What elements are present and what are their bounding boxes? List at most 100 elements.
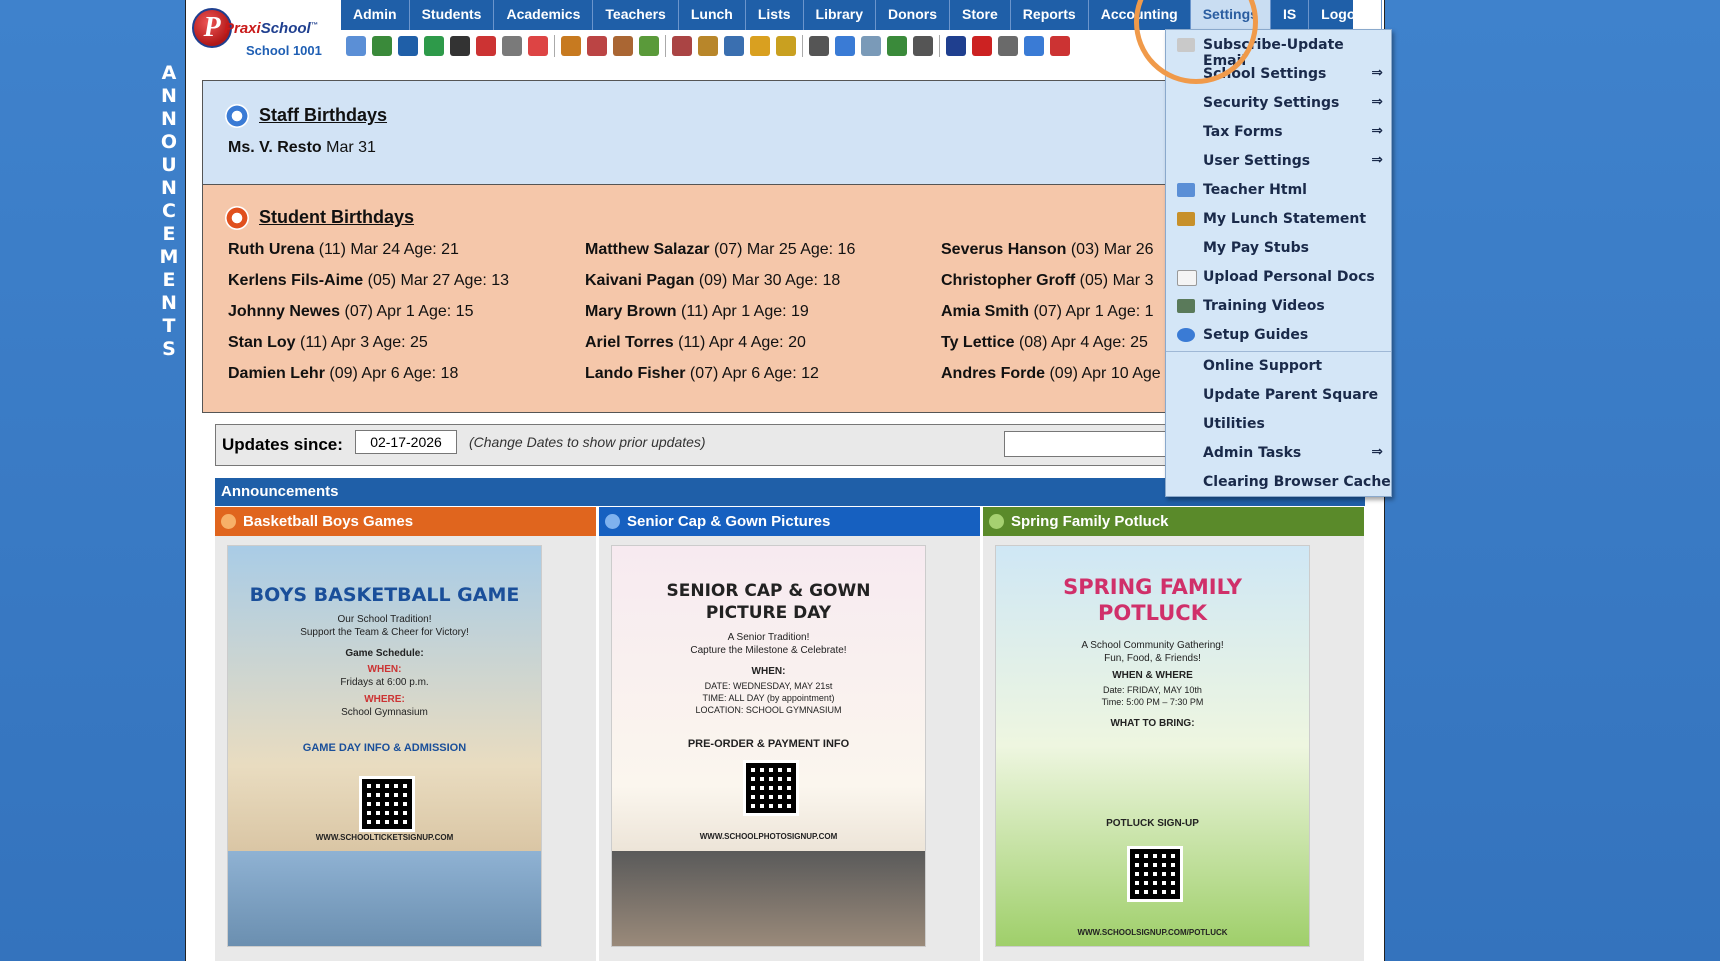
nav-library[interactable]: Library xyxy=(804,0,876,30)
banner-letter: N xyxy=(161,177,177,199)
staff-birthdays-title[interactable]: Staff Birthdays xyxy=(259,105,387,126)
nav-reports[interactable]: Reports xyxy=(1011,0,1089,30)
banner-letter: N xyxy=(161,85,177,107)
menu-item-user-settings[interactable]: User Settings ⇒ xyxy=(1166,147,1391,175)
speaker-icon[interactable] xyxy=(476,36,496,56)
lunch-icon[interactable] xyxy=(698,36,718,56)
money-icon[interactable] xyxy=(639,36,659,56)
menu-item-upload-personal-docs[interactable]: Upload Personal Docs xyxy=(1166,263,1391,291)
schedule-icon[interactable] xyxy=(502,36,522,56)
ap-icon[interactable] xyxy=(946,36,966,56)
banner-letter: O xyxy=(160,131,178,153)
nav-teachers[interactable]: Teachers xyxy=(593,0,679,30)
html-icon xyxy=(1177,183,1195,197)
student-birthdays-title[interactable]: Student Birthdays xyxy=(259,207,414,228)
student-birthday-entry: Ty Lettice (08) Apr 4 Age: 25 xyxy=(941,334,1148,351)
tag-icon[interactable] xyxy=(750,36,770,56)
nav-store[interactable]: Store xyxy=(950,0,1011,30)
menu-item-teacher-html[interactable]: Teacher Html xyxy=(1166,176,1391,204)
announcement-title[interactable]: Senior Cap & Gown Pictures xyxy=(599,507,980,536)
players-illustration xyxy=(228,851,541,946)
user-icon[interactable] xyxy=(613,36,633,56)
basketball-icon xyxy=(221,514,236,529)
staff-birthday-entry: Ms. V. Resto Mar 31 xyxy=(228,139,376,156)
toolbar-separator xyxy=(554,35,555,57)
basketball-poster[interactable]: BOYS BASKETBALL GAME Our School Traditio… xyxy=(227,545,542,947)
menu-item-clearing-browser-cache[interactable]: Clearing Browser Cache xyxy=(1166,468,1391,496)
stack-icon[interactable] xyxy=(998,36,1018,56)
group-icon[interactable] xyxy=(672,36,692,56)
student-birthday-entry: Severus Hanson (03) Mar 26 xyxy=(941,241,1154,258)
announcement-title[interactable]: Basketball Boys Games xyxy=(215,507,596,536)
nav-logout[interactable]: Logout xyxy=(1309,0,1382,30)
announcement-card-potluck[interactable]: Spring Family Potluck SPRING FAMILY POTL… xyxy=(983,507,1364,961)
user-add-icon[interactable] xyxy=(587,36,607,56)
menu-item-update-parent-square[interactable]: Update Parent Square xyxy=(1166,381,1391,409)
banner-letter: C xyxy=(162,200,176,222)
student-birthday-entry: Stan Loy (11) Apr 3 Age: 25 xyxy=(228,334,428,351)
forward-icon[interactable] xyxy=(776,36,796,56)
announcement-card-cap-gown[interactable]: Senior Cap & Gown Pictures SENIOR CAP & … xyxy=(599,507,980,961)
potluck-poster[interactable]: SPRING FAMILY POTLUCK A School Community… xyxy=(995,545,1310,947)
nav-donors[interactable]: Donors xyxy=(876,0,950,30)
student-birthday-entry: Kerlens Fils-Aime (05) Mar 27 Age: 13 xyxy=(228,272,510,289)
menu-item-security-settings[interactable]: Security Settings ⇒ xyxy=(1166,89,1391,117)
cash-icon[interactable] xyxy=(887,36,907,56)
submenu-arrow-icon: ⇒ xyxy=(1371,444,1383,460)
calendar-day-icon[interactable] xyxy=(528,36,548,56)
student-birthday-entry: Christopher Groff (05) Mar 3 xyxy=(941,272,1154,289)
menu-item-setup-guides[interactable]: Setup Guides xyxy=(1166,321,1391,349)
banner-letter: S xyxy=(162,338,176,360)
praxischool-logo[interactable]: P PraxiSchool™ School 1001 xyxy=(186,0,334,64)
megaphone-icon[interactable] xyxy=(561,36,581,56)
chat-icon[interactable] xyxy=(424,36,444,56)
nav-is[interactable]: IS xyxy=(1271,0,1310,30)
student-birthday-entry: Andres Forde (09) Apr 10 Age xyxy=(941,365,1161,382)
power-icon[interactable] xyxy=(1050,36,1070,56)
graduation-icon xyxy=(605,514,620,529)
calendar-icon[interactable] xyxy=(372,36,392,56)
menu-item-my-pay-stubs[interactable]: My Pay Stubs xyxy=(1166,234,1391,262)
menu-item-my-lunch-statement[interactable]: My Lunch Statement xyxy=(1166,205,1391,233)
document-icon xyxy=(1177,270,1197,286)
announcement-card-basketball[interactable]: Basketball Boys Games BOYS BASKETBALL GA… xyxy=(215,507,596,961)
announcement-title[interactable]: Spring Family Potluck xyxy=(983,507,1364,536)
nav-lunch[interactable]: Lunch xyxy=(679,0,746,30)
updates-date-input[interactable]: 02-17-2026 xyxy=(355,430,457,454)
grid-icon[interactable] xyxy=(861,36,881,56)
student-birthday-entry: Amia Smith (07) Apr 1 Age: 1 xyxy=(941,303,1154,320)
phone-icon[interactable] xyxy=(450,36,470,56)
menu-item-tax-forms[interactable]: Tax Forms ⇒ xyxy=(1166,118,1391,146)
settings-dropdown-menu: Subscribe-Update Email School Settings ⇒ Se… xyxy=(1165,29,1392,497)
banner-letter: A xyxy=(161,62,177,84)
menu-item-online-support[interactable]: Online Support xyxy=(1166,352,1391,380)
menu-item-utilities[interactable]: Utilities xyxy=(1166,410,1391,438)
leaf-icon xyxy=(989,514,1004,529)
nav-admin[interactable]: Admin xyxy=(341,0,410,30)
student-birthday-entry: Damien Lehr (09) Apr 6 Age: 18 xyxy=(228,365,459,382)
qr-code xyxy=(743,760,799,816)
search-icon[interactable] xyxy=(346,36,366,56)
book-icon[interactable] xyxy=(724,36,744,56)
staff-icon[interactable] xyxy=(809,36,829,56)
graduates-illustration xyxy=(612,851,925,946)
banner-letter: N xyxy=(161,292,177,314)
banner-letter: U xyxy=(161,154,177,176)
email-icon[interactable] xyxy=(398,36,418,56)
nav-academics[interactable]: Academics xyxy=(494,0,594,30)
logo-brand-text: PraxiSchool™ xyxy=(224,20,318,37)
pdf-icon[interactable] xyxy=(972,36,992,56)
nav-students[interactable]: Students xyxy=(410,0,495,30)
clock-icon[interactable] xyxy=(835,36,855,56)
updates-note: (Change Dates to show prior updates) xyxy=(469,434,706,450)
menu-item-training-videos[interactable]: Training Videos xyxy=(1166,292,1391,320)
submenu-arrow-icon: ⇒ xyxy=(1371,94,1383,110)
help-icon[interactable] xyxy=(1024,36,1044,56)
updates-search-input[interactable] xyxy=(1004,431,1166,457)
menu-item-admin-tasks[interactable]: Admin Tasks ⇒ xyxy=(1166,439,1391,467)
printer-icon[interactable] xyxy=(913,36,933,56)
nav-lists[interactable]: Lists xyxy=(746,0,804,30)
cap-gown-poster[interactable]: SENIOR CAP & GOWN PICTURE DAY A Senior T… xyxy=(611,545,926,947)
help-icon xyxy=(1177,328,1195,342)
banner-letter: M xyxy=(159,246,179,268)
